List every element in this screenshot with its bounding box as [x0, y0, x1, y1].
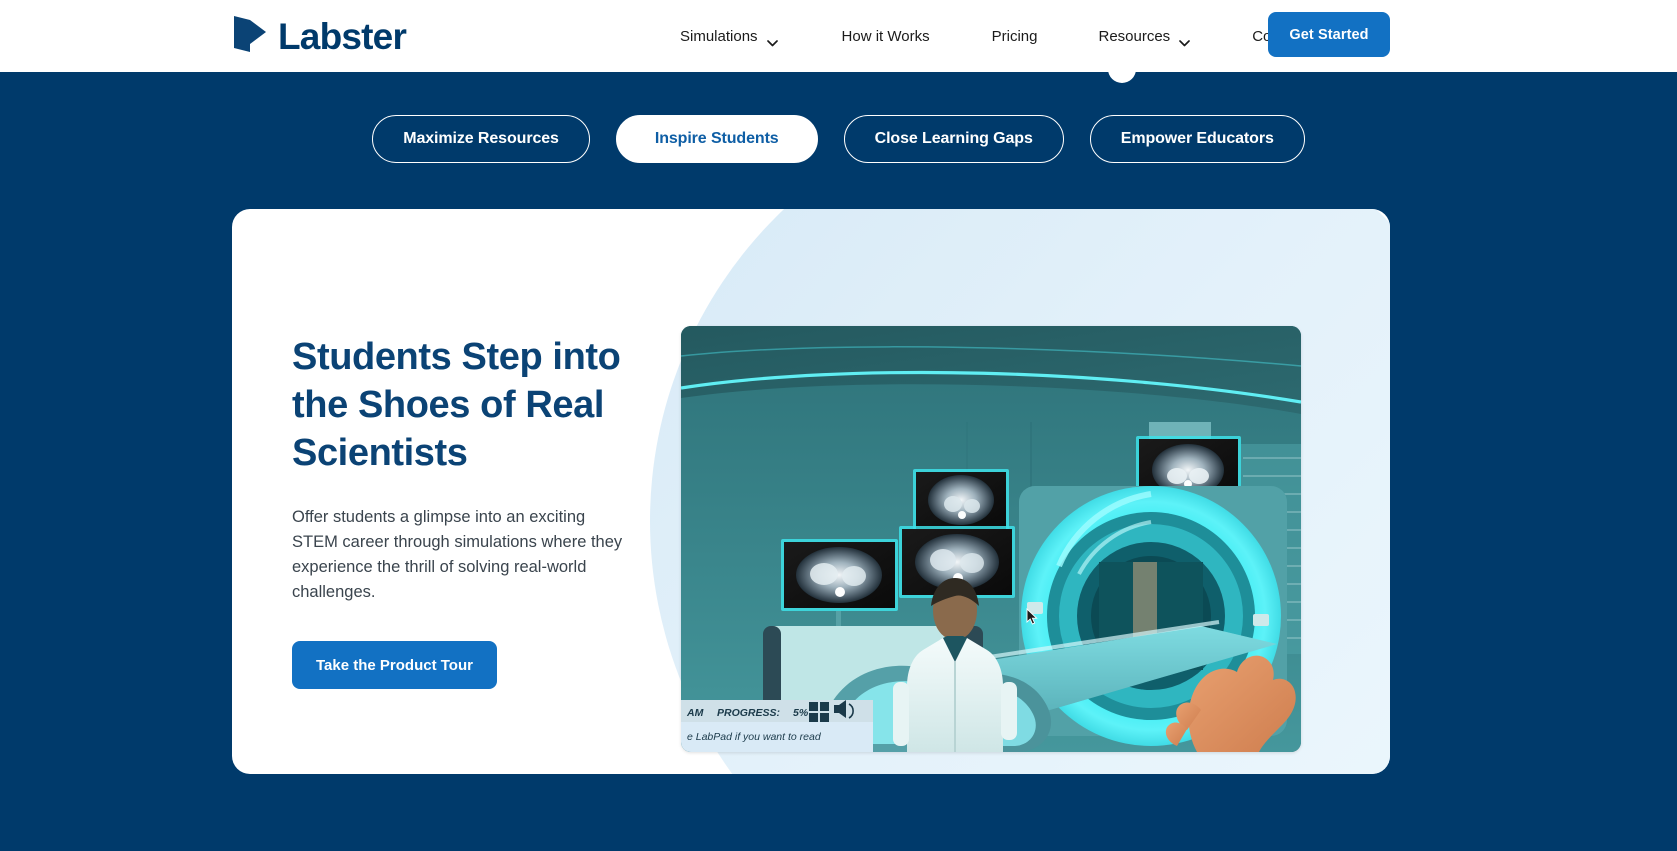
- page-title: Students Step into the Shoes of Real Sci…: [292, 336, 621, 474]
- svg-text:PROGRESS:: PROGRESS:: [717, 707, 780, 719]
- tab-empower-educators[interactable]: Empower Educators: [1089, 115, 1305, 163]
- svg-text:AM: AM: [686, 707, 704, 719]
- nav-label-how-it-works: How it Works: [841, 27, 930, 45]
- chevron-down-icon: [766, 34, 778, 46]
- nav-item-simulations[interactable]: Simulations: [680, 22, 778, 51]
- tab-maximize-resources[interactable]: Maximize Resources: [372, 115, 590, 163]
- brand-name: Labster: [278, 15, 407, 57]
- svg-text:5%: 5%: [793, 707, 809, 719]
- chevron-down-icon: [1179, 34, 1191, 46]
- tab-inspire-students[interactable]: Inspire Students: [615, 115, 818, 163]
- primary-nav: Simulations How it Works Pricing Resourc…: [680, 0, 1324, 72]
- feature-card: Students Step into the Shoes of Real Sci…: [232, 209, 1390, 774]
- brand-logo[interactable]: Labster: [232, 13, 407, 60]
- nav-item-pricing[interactable]: Pricing: [992, 22, 1038, 51]
- nav-label-simulations: Simulations: [680, 27, 758, 45]
- nav-label-resources: Resources: [1098, 27, 1171, 45]
- simulation-preview-image[interactable]: AM PROGRESS: 5% e LabPad if you want to …: [681, 326, 1301, 752]
- nav-item-resources[interactable]: Resources: [1098, 22, 1191, 51]
- page-root: Labster Simulations How it Works Pricing…: [0, 0, 1677, 851]
- band-notch-decoration: [1108, 72, 1136, 83]
- get-started-button[interactable]: Get Started: [1268, 12, 1390, 57]
- feature-card-body: Offer students a glimpse into an excitin…: [292, 508, 623, 601]
- nav-label-pricing: Pricing: [991, 27, 1038, 45]
- hero-tab-group: Maximize Resources Inspire Students Clos…: [0, 115, 1677, 163]
- take-product-tour-button[interactable]: Take the Product Tour: [292, 641, 497, 689]
- nav-item-how-it-works[interactable]: How it Works: [842, 22, 930, 51]
- feature-card-text: Students Step into the Shoes of Real Sci…: [292, 333, 652, 689]
- svg-text:e LabPad if you want to read: e LabPad if you want to read: [687, 731, 822, 743]
- site-header: Labster Simulations How it Works Pricing…: [0, 0, 1677, 72]
- hero-band: Maximize Resources Inspire Students Clos…: [0, 72, 1677, 851]
- labster-flag-icon: [232, 13, 268, 60]
- tab-close-learning-gaps[interactable]: Close Learning Gaps: [843, 115, 1064, 163]
